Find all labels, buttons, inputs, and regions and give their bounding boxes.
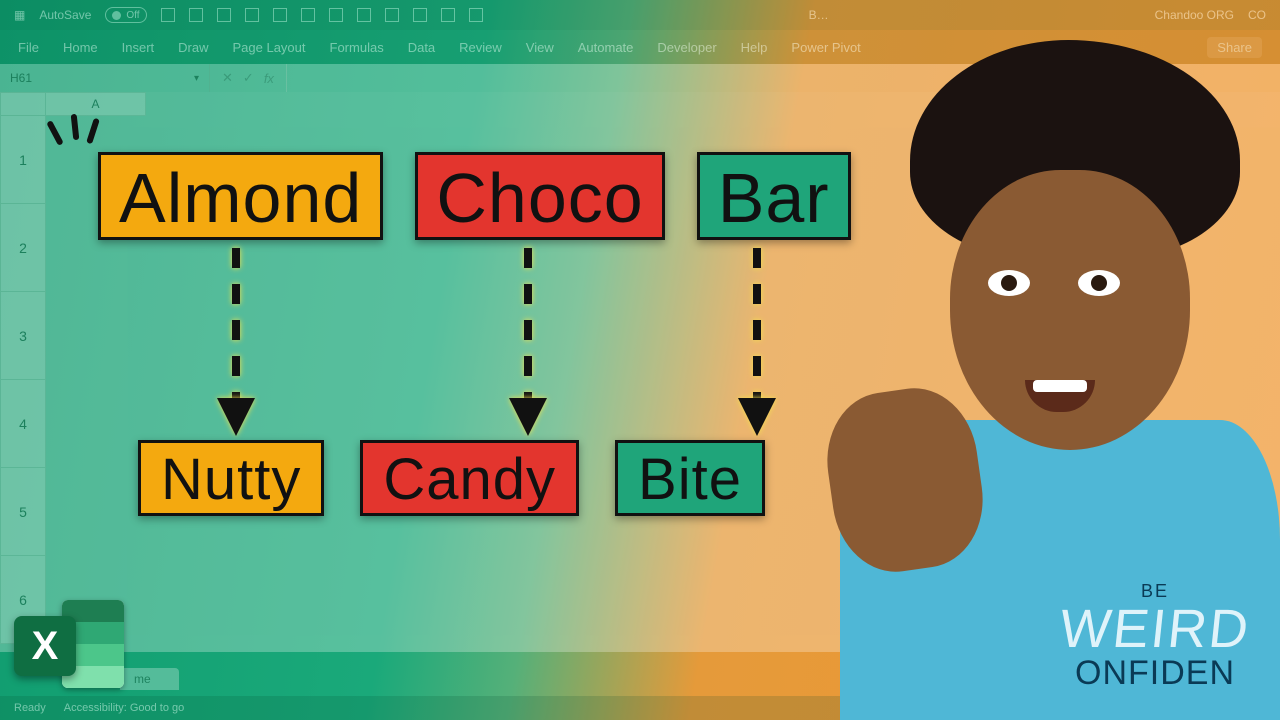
tab-data[interactable]: Data [408,40,435,55]
qat-save-icon[interactable] [161,8,175,22]
column-header-a[interactable]: A [46,92,146,116]
tab-home[interactable]: Home [63,40,98,55]
tile-bite: Bite [615,440,765,516]
qat-borders-icon[interactable] [245,8,259,22]
excel-mini-icon: ▦ [14,8,25,22]
tab-power-pivot[interactable]: Power Pivot [791,40,860,55]
qat-font-icon[interactable] [189,8,203,22]
fx-icon[interactable]: fx [264,71,274,86]
tab-review[interactable]: Review [459,40,502,55]
qat-grid-icon[interactable] [217,8,231,22]
word-tiles-overlay: Almond Choco Bar Nutty Candy Bite [98,152,851,516]
chevron-down-icon[interactable]: ▾ [194,73,199,84]
row-header-4[interactable]: 4 [0,380,46,468]
arrow-down-icon [732,240,782,440]
title-bar: ▦ AutoSave Off B… Chandoo ORG CO [0,0,1280,30]
row-header-5[interactable]: 5 [0,468,46,556]
tab-view[interactable]: View [526,40,554,55]
row-header-2[interactable]: 2 [0,204,46,292]
tile-bar: Bar [697,152,851,240]
qat-undo-icon[interactable] [301,8,315,22]
qat-layout3-icon[interactable] [469,8,483,22]
qat-layout2-icon[interactable] [441,8,455,22]
excel-logo-letter: X [14,616,76,676]
status-ready: Ready [14,702,46,714]
document-name: B… [809,8,829,22]
tab-insert[interactable]: Insert [122,40,155,55]
tab-developer[interactable]: Developer [657,40,716,55]
tab-automate[interactable]: Automate [578,40,634,55]
qat-layout1-icon[interactable] [413,8,427,22]
tile-choco: Choco [415,152,664,240]
tab-formulas[interactable]: Formulas [330,40,384,55]
row-header-1[interactable]: 1 [0,116,46,204]
autosave-toggle[interactable]: Off [105,7,146,23]
sheet-tab[interactable]: me [120,668,179,690]
qat-redo-icon[interactable] [329,8,343,22]
qat-textbox-icon[interactable] [273,8,287,22]
ribbon-tabs: File Home Insert Draw Page Layout Formul… [0,30,1280,64]
tab-page-layout[interactable]: Page Layout [233,40,306,55]
autosave-label: AutoSave [39,8,91,22]
arrow-down-icon [503,240,553,440]
excel-logo-icon: X [14,594,124,694]
name-box[interactable]: H61 ▾ [0,64,210,92]
select-all-corner[interactable] [0,92,46,116]
accept-formula-icon[interactable]: ✓ [243,70,254,86]
status-bar: Ready Accessibility: Good to go [0,696,1280,720]
status-accessibility: Accessibility: Good to go [64,702,184,714]
row-header-3[interactable]: 3 [0,292,46,380]
qat-cursor-icon[interactable] [357,8,371,22]
formula-bar: H61 ▾ ✕ ✓ fx [0,64,1280,92]
tab-file[interactable]: File [18,40,39,55]
tab-help[interactable]: Help [741,40,768,55]
tile-nutty: Nutty [138,440,324,516]
account-badge[interactable]: CO [1248,8,1266,22]
qat-filter-icon[interactable] [385,8,399,22]
tab-draw[interactable]: Draw [178,40,208,55]
name-box-value: H61 [10,71,32,85]
autosave-state: Off [126,10,139,21]
share-button[interactable]: Share [1207,37,1262,58]
tile-candy: Candy [360,440,579,516]
account-name[interactable]: Chandoo ORG [1155,8,1234,22]
cancel-formula-icon[interactable]: ✕ [222,70,233,86]
arrow-down-icon [211,240,261,440]
fx-label: fx [264,71,274,86]
tile-almond: Almond [98,152,383,240]
toggle-knob-icon [112,11,121,20]
